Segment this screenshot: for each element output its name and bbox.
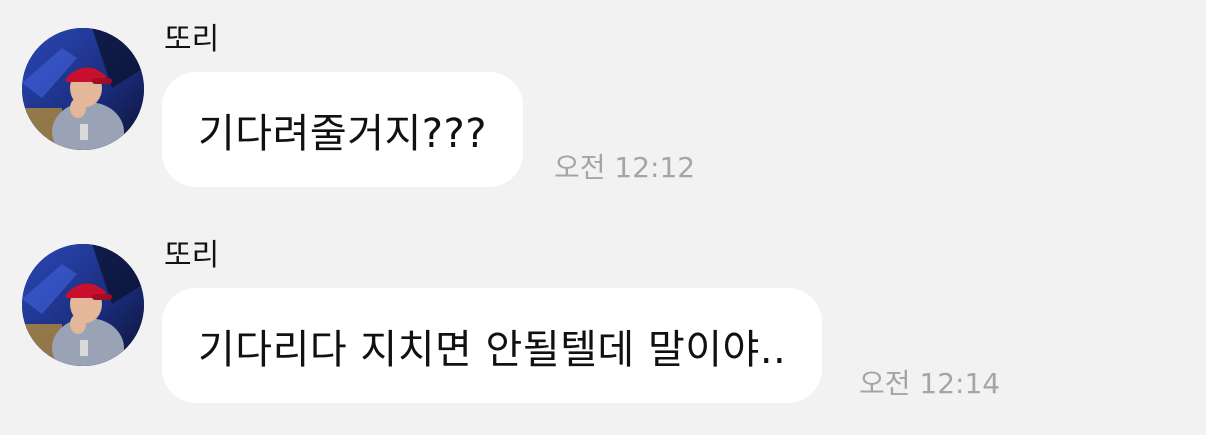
profile-photo-icon	[22, 244, 144, 366]
message-text: 기다려줄거지???	[198, 110, 487, 157]
chat-message: 또리 기다리다 지치면 안될텔데 말이야.. 오전 12:14	[0, 216, 1206, 416]
message-timestamp: 오전 12:14	[859, 367, 1001, 400]
sender-avatar[interactable]	[22, 244, 144, 366]
sender-name: 또리	[164, 22, 220, 57]
sender-name: 또리	[164, 238, 220, 273]
chat-message: 또리 기다려줄거지??? 오전 12:12	[0, 0, 1206, 200]
sender-avatar[interactable]	[22, 28, 144, 150]
message-timestamp: 오전 12:12	[554, 151, 696, 184]
message-bubble[interactable]: 기다리다 지치면 안될텔데 말이야..	[162, 288, 823, 403]
profile-photo-icon	[22, 28, 144, 150]
message-text: 기다리다 지치면 안될텔데 말이야..	[198, 326, 787, 373]
message-bubble[interactable]: 기다려줄거지???	[162, 72, 523, 187]
